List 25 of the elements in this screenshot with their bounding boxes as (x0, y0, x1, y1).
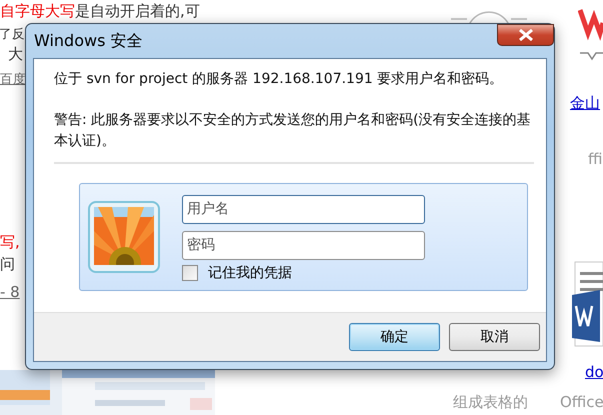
message-text: 位于 svn for project 的服务器 192.168.107.191 要求用户名和密码。 (54, 70, 504, 89)
window-title: Windows 安全 (34, 30, 143, 52)
page-link[interactable]: 百度 (0, 71, 26, 88)
page-text: Office (560, 393, 603, 411)
page-text: 问 (0, 255, 15, 274)
cancel-button[interactable]: 取消 (449, 323, 540, 351)
page-text: ffi (588, 150, 603, 168)
checkbox[interactable] (182, 265, 198, 281)
input-field[interactable]: 密码 (182, 230, 425, 260)
word-document-icon (572, 260, 603, 348)
input-field[interactable]: 用户名 (182, 194, 425, 224)
page-text: 大 (8, 45, 23, 64)
ok-button[interactable]: 确定 (349, 323, 440, 351)
page-link[interactable]: 金山 (570, 94, 600, 113)
close-button[interactable] (497, 24, 554, 46)
page-link[interactable]: do (585, 363, 603, 381)
page-text: 自字母大写是自动开启着的,可 (0, 2, 200, 21)
page-text: 了反 (0, 26, 25, 43)
page-text: 组成表格的 (453, 393, 528, 412)
close-icon (518, 29, 534, 41)
page-link[interactable]: - 8 (0, 283, 20, 301)
diagram-icon (449, 10, 529, 25)
checkbox-label: 记住我的凭据 (208, 264, 292, 282)
warning-text: 警告: 此服务器要求以不安全的方式发送您的用户名和密码(没有安全连接的基本认证)。 (54, 111, 532, 151)
page-text: 写, (0, 233, 20, 252)
